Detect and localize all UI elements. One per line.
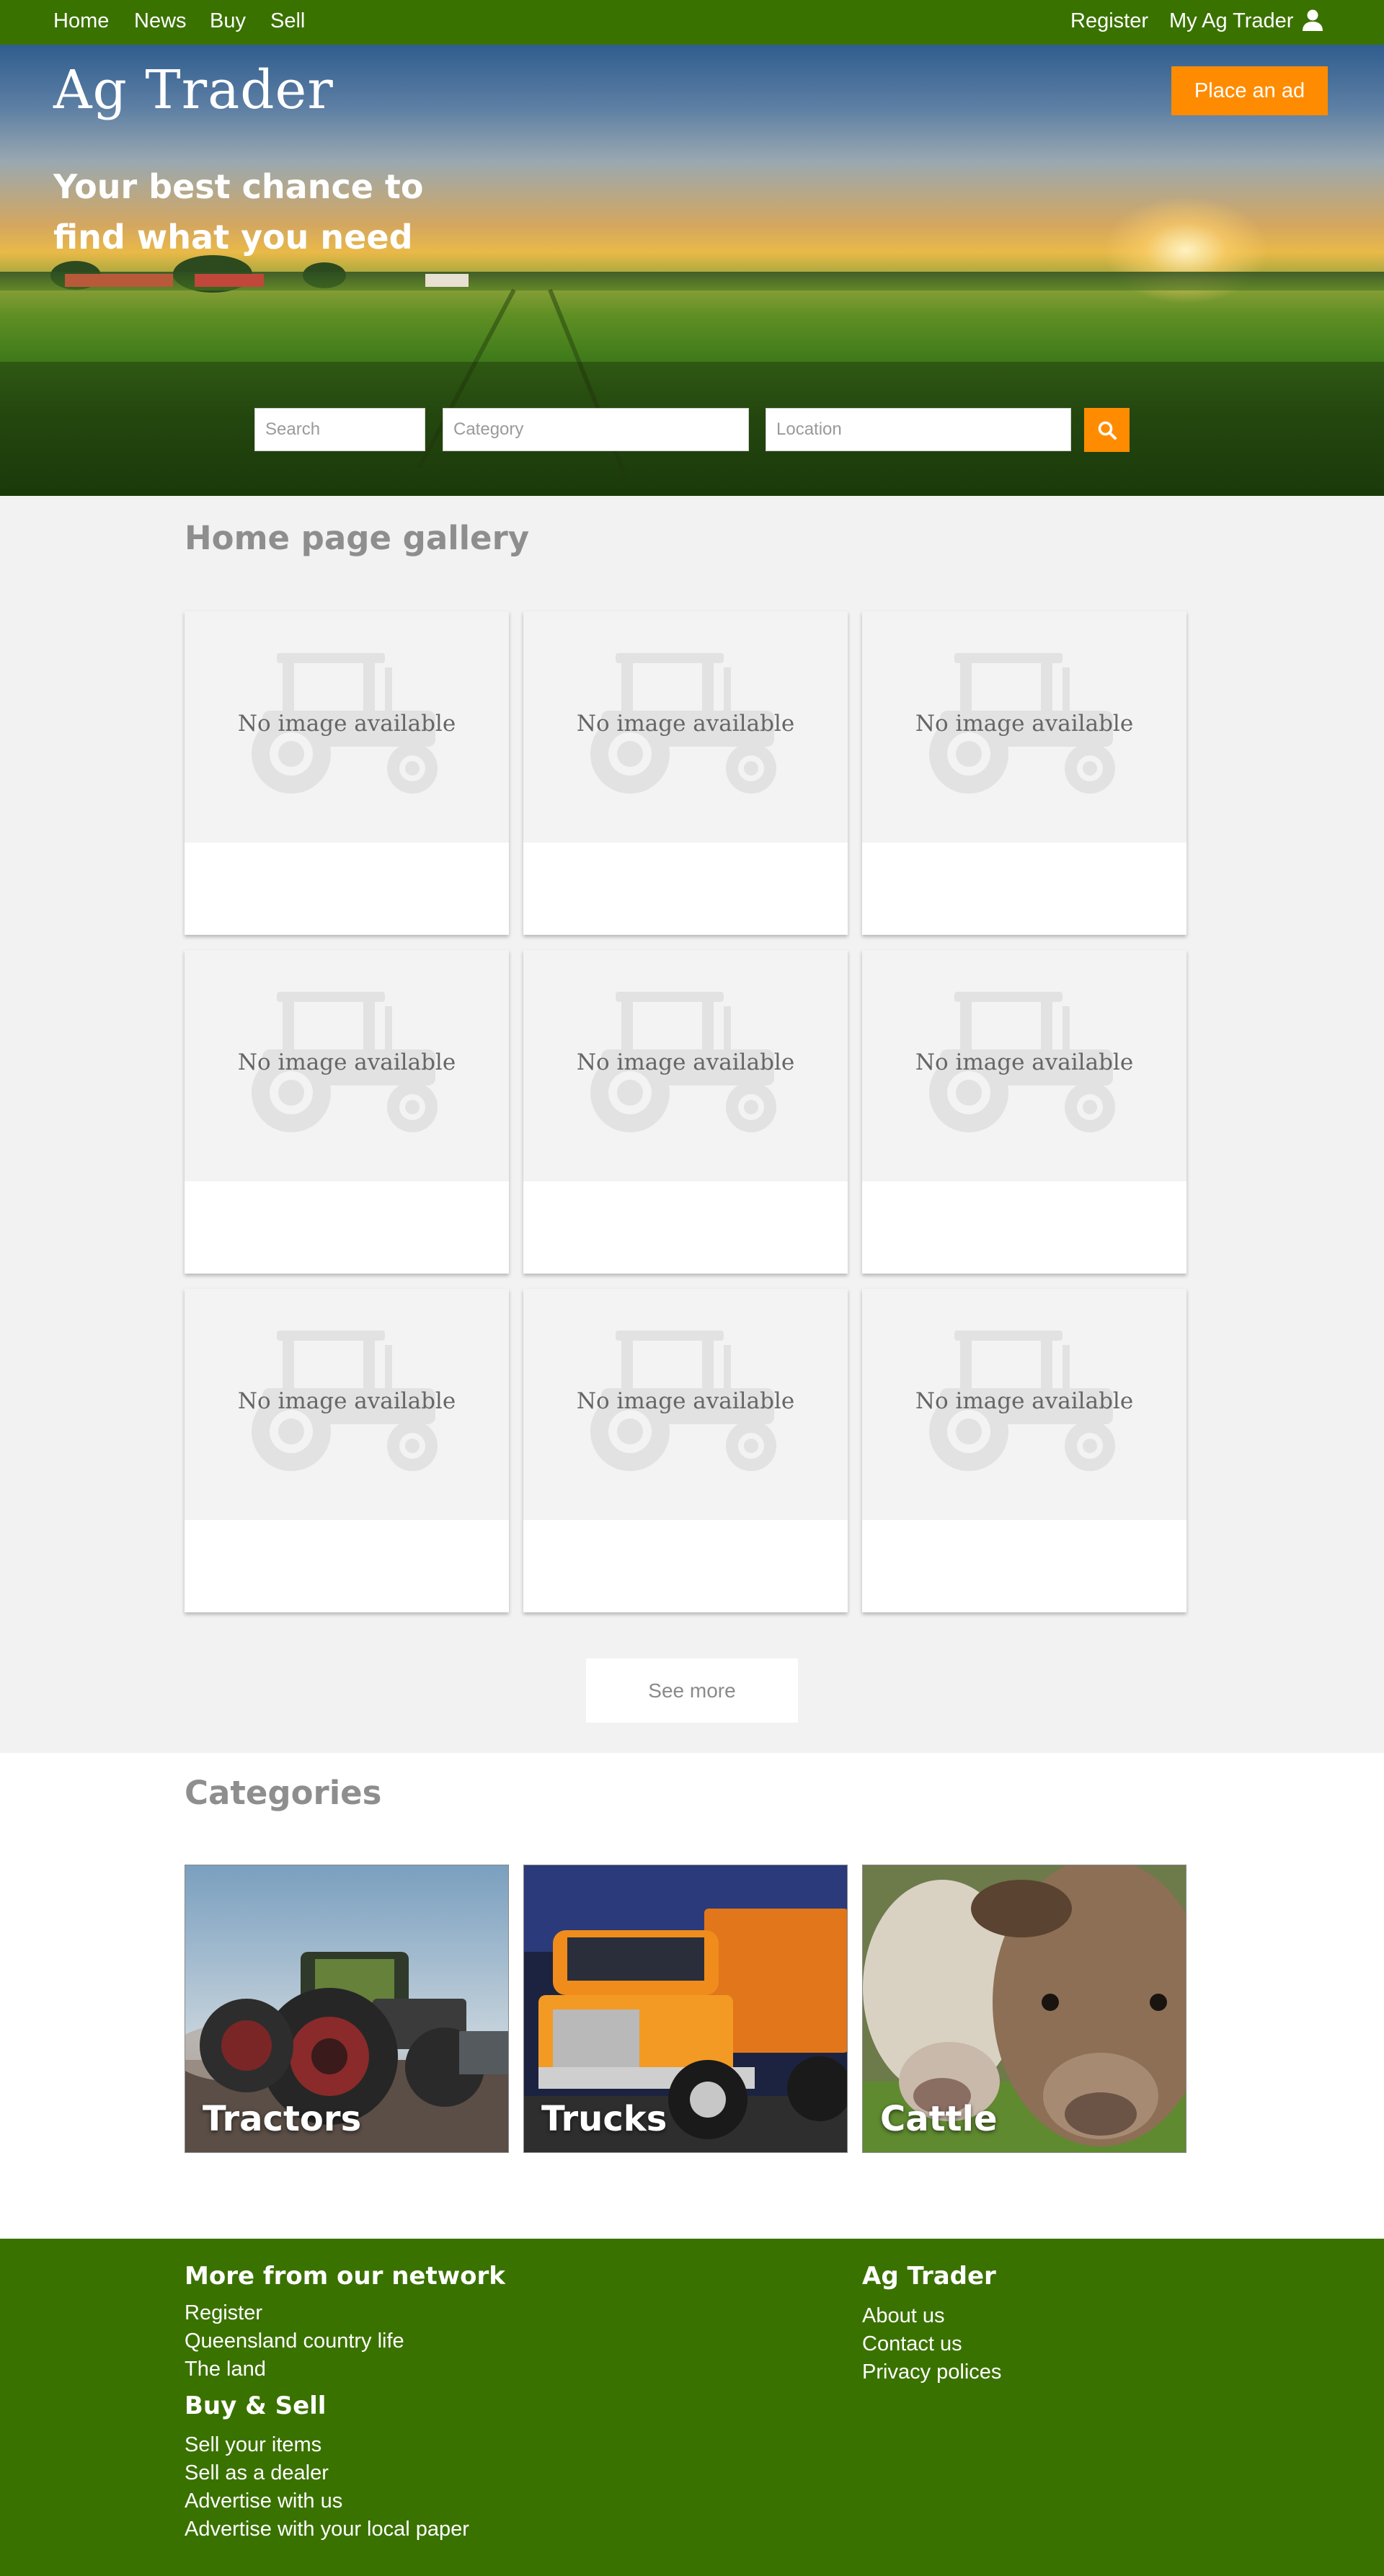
category-card-tractors[interactable]: Tractors [185,1865,509,2153]
nav-home-link[interactable]: Home [53,9,109,33]
gallery-card-image: No image available [185,950,509,1181]
no-image-label: No image available [915,711,1134,737]
category-card-cattle[interactable]: Cattle [862,1865,1186,2153]
footer-link-the-land[interactable]: The land [185,2358,266,2381]
see-more-button[interactable]: See more [586,1658,798,1723]
footer-link-contact-us[interactable]: Contact us [862,2332,962,2356]
footer-link-advertise-local-paper[interactable]: Advertise with your local paper [185,2518,469,2541]
user-icon[interactable] [1302,9,1323,32]
category-label: Cattle [880,2099,998,2139]
top-nav: Home News Buy Sell Register My Ag Trader [0,0,1384,45]
gallery-title: Home page gallery [185,519,530,557]
gallery-card[interactable]: No image available [523,611,848,935]
gallery-card-image: No image available [523,611,848,843]
place-ad-button[interactable]: Place an ad [1171,66,1328,115]
gallery-card[interactable]: No image available [185,950,509,1274]
footer-link-advertise-with-us[interactable]: Advertise with us [185,2490,342,2513]
no-image-label: No image available [237,1049,456,1075]
categories-title: Categories [185,1774,382,1812]
footer-link-about-us[interactable]: About us [862,2304,944,2328]
nav-sell-link[interactable]: Sell [270,9,305,33]
farmhouse [425,274,469,287]
footer-network-heading: More from our network [185,2262,505,2291]
footer-link-sell-your-items[interactable]: Sell your items [185,2433,321,2457]
gallery-card-image: No image available [862,1289,1186,1520]
gallery-card-image: No image available [862,950,1186,1181]
search-input[interactable] [254,408,425,451]
gallery-card[interactable]: No image available [862,611,1186,935]
gallery-card[interactable]: No image available [862,1289,1186,1612]
nav-news-link[interactable]: News [134,9,187,33]
farmhouse [65,274,173,287]
category-card-trucks[interactable]: Trucks [523,1865,848,2153]
location-field[interactable] [766,408,1071,451]
gallery-card-image: No image available [862,611,1186,843]
no-image-label: No image available [576,711,795,737]
gallery-card[interactable]: No image available [862,950,1186,1274]
nav-buy-link[interactable]: Buy [210,9,246,33]
site-logo[interactable]: Ag Trader [53,59,334,121]
nav-my-account-link[interactable]: My Ag Trader [1169,9,1293,33]
footer-agtrader-heading: Ag Trader [862,2262,996,2291]
gallery-card[interactable]: No image available [185,611,509,935]
footer-link-sell-as-dealer[interactable]: Sell as a dealer [185,2461,329,2485]
gallery-card-image: No image available [185,1289,509,1520]
category-label: Tractors [203,2099,362,2139]
footer-link-register[interactable]: Register [185,2301,262,2325]
footer-buysell-heading: Buy & Sell [185,2391,327,2420]
category-label: Trucks [541,2099,667,2139]
gallery-card-image: No image available [185,611,509,843]
no-image-label: No image available [237,711,456,737]
nav-register-link[interactable]: Register [1070,9,1148,33]
no-image-label: No image available [915,1049,1134,1075]
no-image-label: No image available [915,1388,1134,1414]
no-image-label: No image available [237,1388,456,1414]
gallery-card-image: No image available [523,950,848,1181]
footer-link-queensland-country-life[interactable]: Queensland country life [185,2329,404,2353]
search-button[interactable] [1084,408,1130,452]
gallery-card[interactable]: No image available [523,1289,848,1612]
gallery-card-image: No image available [523,1289,848,1520]
footer-link-privacy-policies[interactable]: Privacy polices [862,2360,1001,2384]
hero-tagline: Your best chance to find what you need [53,167,424,257]
gallery-card[interactable]: No image available [185,1289,509,1612]
no-image-label: No image available [576,1388,795,1414]
search-icon [1098,421,1117,440]
no-image-label: No image available [576,1049,795,1075]
gallery-card[interactable]: No image available [523,950,848,1274]
category-field[interactable] [443,408,749,451]
farmhouse [195,274,264,287]
